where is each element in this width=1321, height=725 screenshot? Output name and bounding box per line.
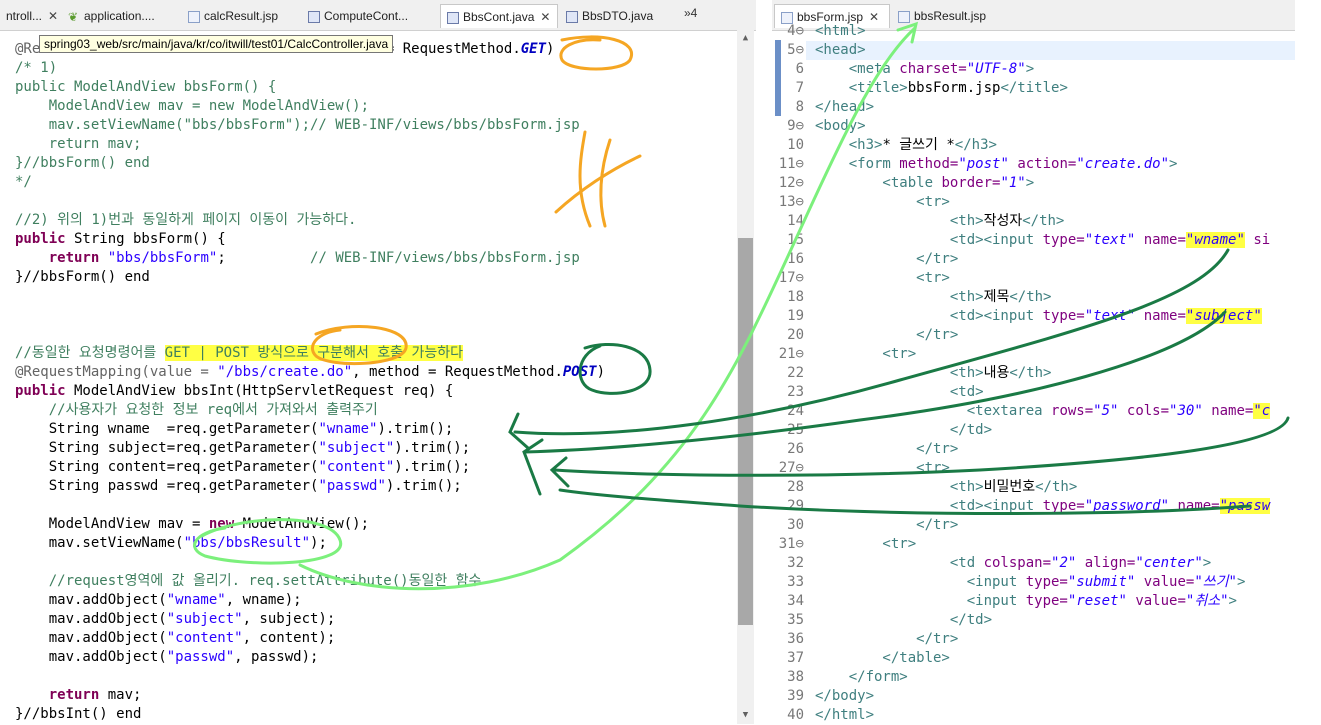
java-file-icon <box>566 10 578 23</box>
scroll-down-arrow-icon[interactable]: ▼ <box>737 707 754 724</box>
tab-label: application.... <box>84 9 155 23</box>
file-path-tooltip: spring03_web/src/main/java/kr/co/itwill/… <box>39 35 394 53</box>
close-icon[interactable]: ✕ <box>48 9 58 23</box>
scrollbar-thumb[interactable] <box>738 238 753 625</box>
tab-calccontroller[interactable]: ntroll... ✕ <box>0 4 58 28</box>
close-icon[interactable]: ✕ <box>540 10 550 24</box>
tab-overflow-button[interactable]: »4 <box>684 6 697 20</box>
tab-label: bbsResult.jsp <box>914 9 987 23</box>
tab-label: BbsDTO.java <box>582 9 654 23</box>
jsp-code[interactable]: <html> <head> <meta charset="UTF-8"> <ti… <box>815 22 1271 725</box>
tab-label: ntroll... <box>6 9 43 23</box>
left-editor-tabbar: ntroll... ✕ ❦ application.... calcResult.j… <box>0 0 756 31</box>
tab-label: BbsCont.java <box>463 10 535 24</box>
java-file-icon <box>447 11 459 24</box>
tab-calcresult[interactable]: calcResult.jsp <box>182 4 298 28</box>
tab-bbsdto[interactable]: BbsDTO.java <box>560 4 672 28</box>
jsp-file-icon <box>188 10 200 23</box>
tab-label: ComputeCont... <box>324 9 409 23</box>
java-file-icon <box>308 10 320 23</box>
scroll-up-arrow-icon[interactable]: ▲ <box>737 30 754 47</box>
line-numbers: 4⊖ 5⊖ 6 7 8 9⊖ 10 11⊖ 12⊖ 13⊖ 14 15 16 1… <box>778 23 804 723</box>
tab-label: calcResult.jsp <box>204 9 279 23</box>
tab-application[interactable]: ❦ application.... <box>62 4 180 28</box>
tab-bbscont[interactable]: BbsCont.java ✕ <box>440 4 558 28</box>
leaf-icon: ❦ <box>68 9 79 24</box>
tab-computecontroller[interactable]: ComputeCont... <box>302 4 436 28</box>
window-edge <box>1295 0 1321 724</box>
pane-divider[interactable] <box>756 0 772 724</box>
java-editor-scrollbar[interactable]: ▲ ▼ <box>737 30 754 724</box>
java-editor-pane: ntroll... ✕ ❦ application.... calcResult.j… <box>0 0 756 724</box>
java-code[interactable]: @Re ethod = RequestMethod.GET) /* 1) pub… <box>15 40 605 724</box>
